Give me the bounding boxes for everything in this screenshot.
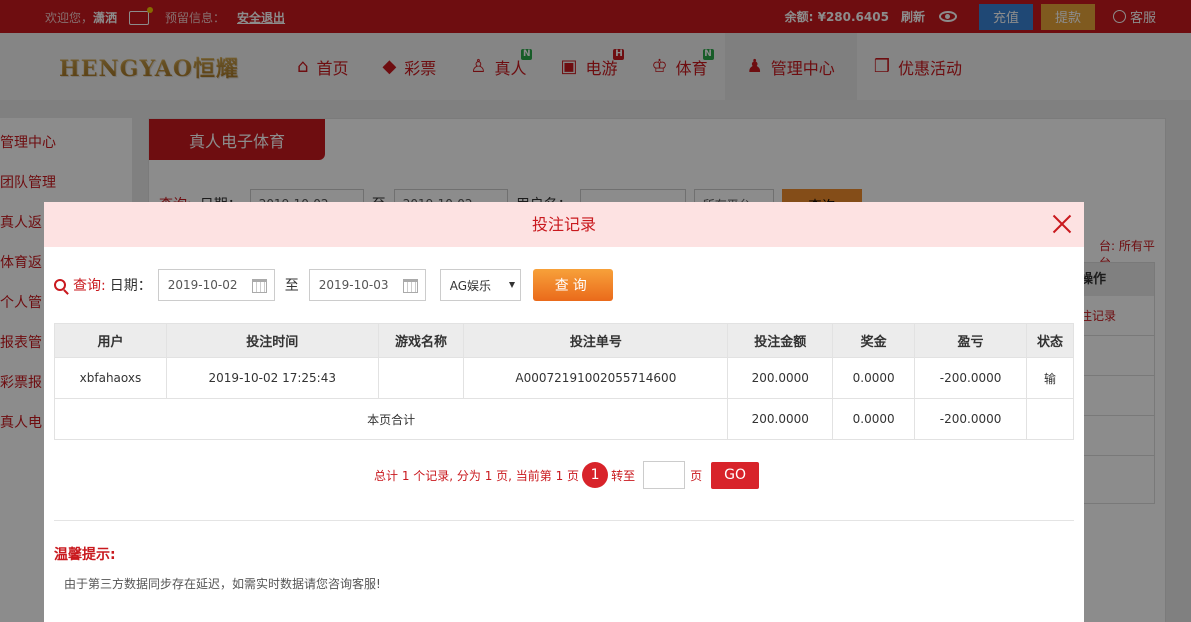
pagination: 总计 1 个记录, 分为 1 页, 当前第 1 页 1 转至 页 GO (374, 461, 760, 489)
cell-bet-amount: 200.0000 (727, 357, 834, 399)
go-button[interactable]: GO (711, 461, 760, 489)
col-header: 投注金额 (727, 323, 834, 358)
divider (54, 520, 1074, 521)
subtotal-amount: 200.0000 (727, 398, 834, 440)
goto-page-input[interactable] (643, 461, 686, 489)
current-page[interactable]: 1 (582, 462, 609, 488)
bet-record-modal: 投注记录 查询: 日期： 至 AG娱乐 查询 用户 投注时间 (44, 202, 1084, 622)
subtotal-profit: -200.0000 (914, 398, 1028, 440)
tip-title: 温馨提示: (54, 547, 116, 563)
date-from-field[interactable] (157, 269, 275, 301)
cell-game-name (377, 357, 465, 399)
cell-profit: -200.0000 (914, 357, 1028, 399)
search-button[interactable]: 查询 (532, 269, 613, 301)
search-icon (54, 279, 66, 291)
subtotal-bonus: 0.0000 (832, 398, 916, 440)
tip-text: 由于第三方数据同步存在延迟，如需实时数据请您咨询客服! (64, 577, 381, 591)
platform-select[interactable]: AG娱乐 (439, 269, 521, 301)
chevron-down-icon (508, 282, 515, 288)
platform-select-value: AG娱乐 (449, 278, 492, 293)
query-label: 查询: (73, 278, 106, 294)
query-row: 查询: 日期： 至 AG娱乐 查询 (54, 269, 613, 301)
col-header: 用户 (54, 323, 167, 358)
calendar-icon[interactable] (402, 279, 418, 293)
to-label: 至 (284, 278, 299, 294)
table-header-row: 用户 投注时间 游戏名称 投注单号 投注金额 奖金 盈亏 状态 (54, 323, 1074, 358)
modal-header: 投注记录 (44, 202, 1084, 247)
subtotal-label: 本页合计 (53, 398, 729, 440)
col-header: 状态 (1026, 323, 1074, 358)
bet-record-table: 用户 投注时间 游戏名称 投注单号 投注金额 奖金 盈亏 状态 xbfahaox… (53, 323, 1074, 440)
date-label: 日期： (109, 278, 152, 294)
date-to-field[interactable] (308, 269, 426, 301)
cell-bonus: 0.0000 (832, 357, 916, 399)
cell-status: 输 (1026, 357, 1074, 399)
cell-bet-time: 2019-10-02 17:25:43 (165, 357, 379, 399)
subtotal-status (1026, 398, 1074, 440)
col-header: 投注单号 (463, 323, 729, 358)
cell-bet-number: A00072191002055714600 (463, 357, 729, 399)
pagination-summary: 总计 1 个记录, 分为 1 页, 当前第 1 页 (374, 468, 580, 483)
col-header: 盈亏 (914, 323, 1028, 358)
col-header: 游戏名称 (377, 323, 465, 358)
close-icon[interactable] (1052, 214, 1072, 234)
col-header: 投注时间 (165, 323, 379, 358)
col-header: 奖金 (832, 323, 916, 358)
subtotal-row: 本页合计 200.0000 0.0000 -200.0000 (53, 398, 1074, 440)
calendar-icon[interactable] (251, 279, 267, 293)
modal-title: 投注记录 (531, 215, 596, 234)
page-label: 页 (690, 468, 703, 483)
goto-label: 转至 (611, 468, 636, 483)
cell-user: xbfahaoxs (54, 357, 167, 399)
table-row: xbfahaoxs 2019-10-02 17:25:43 A000721910… (54, 357, 1074, 399)
